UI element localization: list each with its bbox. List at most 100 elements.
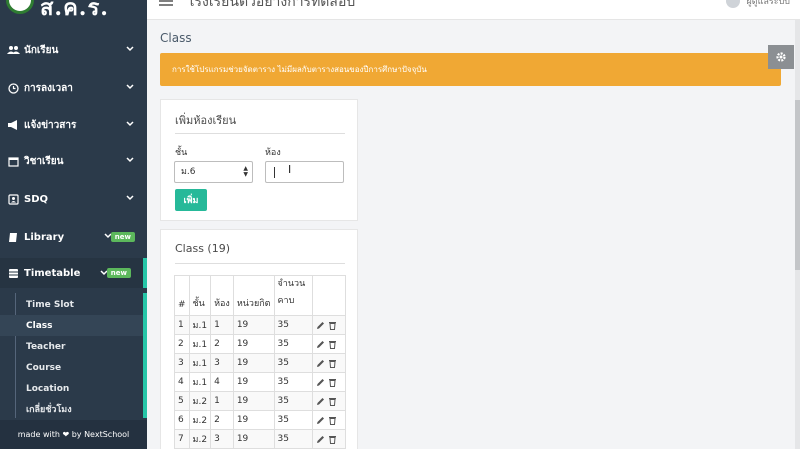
sidebar-item-label: นักเรียน (24, 44, 59, 56)
row-actions (311, 315, 346, 335)
chevron-down-icon (126, 121, 134, 127)
column-header (311, 275, 346, 316)
sidebar-item-subjects[interactable]: วิชาเรียน (0, 149, 147, 173)
add-class-title: เพิ่มห้องเรียน (175, 114, 237, 127)
sidebar-item-label: Library (24, 231, 65, 243)
avatar (726, 0, 741, 8)
table-cell: 4 (174, 372, 190, 392)
sidebar-footer: made with ❤ by NextSchool (0, 420, 147, 449)
edit-icon[interactable] (316, 416, 325, 425)
edit-icon[interactable] (316, 435, 325, 444)
edit-icon[interactable] (316, 321, 325, 330)
table-cell: 1 (174, 315, 190, 335)
trash-icon[interactable] (328, 340, 337, 349)
sidebar-item-announcements[interactable]: แจ้งข่าวสาร (0, 113, 147, 137)
trash-icon[interactable] (328, 378, 337, 387)
table-cell: ม.2 (188, 391, 212, 411)
table-cell: 3 (210, 429, 234, 449)
table-cell: 19 (232, 410, 275, 430)
menu-icon[interactable] (159, 0, 173, 6)
sidebar-item-library[interactable]: Library new (0, 225, 147, 249)
new-badge: new (106, 268, 131, 278)
scrollbar-thumb[interactable] (795, 100, 800, 270)
timetable-submenu: Time Slot Class Teacher Course Location … (0, 293, 147, 418)
table-row: 1 ม.1 1 19 35 (174, 315, 346, 335)
trash-icon[interactable] (328, 397, 337, 406)
table-cell: ม.1 (188, 372, 212, 392)
row-actions (311, 334, 346, 354)
row-actions (311, 391, 346, 411)
table-cell: 19 (232, 315, 275, 335)
trash-icon[interactable] (328, 359, 337, 368)
table-cell: 1 (210, 391, 234, 411)
table-cell: 7 (174, 429, 190, 449)
panel-divider (175, 133, 345, 134)
row-actions (311, 372, 346, 392)
table-cell: 2 (210, 334, 234, 354)
trash-icon[interactable] (328, 435, 337, 444)
edit-icon[interactable] (316, 340, 325, 349)
chevron-down-icon (126, 157, 134, 163)
sidebar-item-sdq[interactable]: SDQ (0, 187, 147, 211)
table-cell: 19 (232, 429, 275, 449)
id-card-icon (6, 193, 20, 205)
book-icon (6, 232, 20, 243)
megaphone-icon (6, 120, 20, 130)
chevron-down-icon (126, 46, 134, 52)
grade-select[interactable]: ม.6 ▲ ▼ (174, 161, 253, 183)
table-cell: 35 (273, 334, 313, 354)
topbar: โรงเรียนตัวอย่างการทดสอบ ผู้ดูแลระบบ (147, 0, 800, 20)
row-actions (311, 353, 346, 373)
school-logo (6, 0, 34, 14)
brand-name: ส.ค.ร. (40, 0, 109, 20)
table-cell: 19 (232, 353, 275, 373)
column-header: จำนวนคาบ (273, 275, 313, 316)
sidebar-item-label: วิชาเรียน (24, 155, 64, 167)
table-cell: 1 (210, 315, 234, 335)
edit-icon[interactable] (316, 359, 325, 368)
sidebar: ส.ค.ร. นักเรียน การลงเวลา แจ้งข่าวสาร วิ… (0, 0, 147, 449)
submenu-item-time-slot[interactable]: Time Slot (0, 294, 143, 315)
table-cell: 6 (174, 410, 190, 430)
brand[interactable]: ส.ค.ร. (0, 0, 147, 20)
settings-button[interactable] (768, 45, 794, 69)
table-cell: 4 (210, 372, 234, 392)
add-button[interactable]: เพิ่ม (175, 189, 207, 211)
gear-icon (776, 52, 786, 62)
column-header: ห้อง (210, 275, 234, 316)
table-cell: 5 (174, 391, 190, 411)
submenu-item-location[interactable]: Location (0, 378, 143, 399)
grade-select-value: ม.6 (181, 167, 196, 177)
trash-icon[interactable] (328, 416, 337, 425)
table-cell: 3 (210, 353, 234, 373)
table-cell: ม.1 (188, 334, 212, 354)
table-cell: 35 (273, 429, 313, 449)
sidebar-item-timetable[interactable]: Timetable new (0, 258, 147, 288)
calendar-icon (6, 156, 20, 167)
user-menu[interactable]: ผู้ดูแลระบบ (726, 0, 790, 8)
sidebar-item-label: Timetable (24, 267, 81, 279)
column-header: # (174, 275, 190, 316)
edit-icon[interactable] (316, 397, 325, 406)
sidebar-item-students[interactable]: นักเรียน (0, 38, 147, 62)
chevron-down-icon (126, 195, 134, 201)
sidebar-item-attendance[interactable]: การลงเวลา (0, 76, 147, 100)
new-badge: new (110, 232, 135, 242)
edit-icon[interactable] (316, 378, 325, 387)
class-table: # ชั้น ห้อง หน่วยกิต จำนวนคาบ 1 ม.1 1 19 35 2… (174, 275, 346, 449)
trash-icon[interactable] (328, 321, 337, 330)
submenu-item-balance-hours[interactable]: เกลี่ยชั่วโมง (0, 398, 143, 419)
table-row: 4 ม.1 4 19 35 (174, 372, 346, 392)
submenu-item-teacher[interactable]: Teacher (0, 336, 143, 357)
table-icon (6, 268, 20, 279)
clock-icon (6, 82, 20, 94)
submenu-item-class[interactable]: Class (0, 315, 143, 336)
submenu-item-course[interactable]: Course (0, 357, 143, 378)
grade-label: ชั้น (175, 148, 188, 158)
table-cell: 35 (273, 372, 313, 392)
table-cell: 19 (232, 391, 275, 411)
column-header: หน่วยกิต (232, 275, 275, 316)
room-input[interactable] (265, 161, 344, 183)
panel-divider (175, 263, 345, 264)
table-cell: 2 (210, 410, 234, 430)
